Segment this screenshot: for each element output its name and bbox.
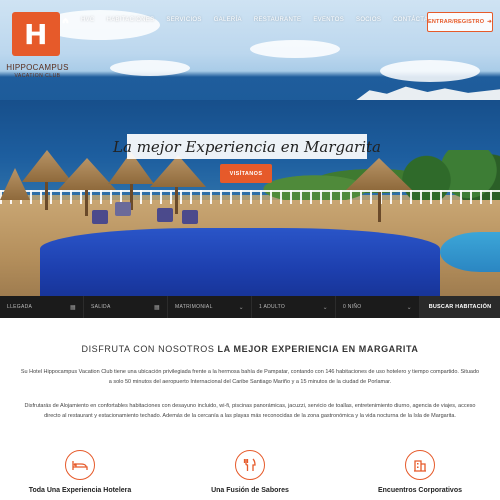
nav-item-galeria[interactable]: GALERÍA <box>214 17 242 27</box>
adults-select[interactable]: 1 ADULTO ⌄ <box>252 296 336 318</box>
building-icon <box>405 450 435 480</box>
checkin-label: LLEGADA <box>7 304 33 310</box>
calendar-icon: ▦ <box>154 304 160 311</box>
feature-title: Encuentros Corporativos <box>377 487 462 494</box>
brand-subtitle: VACATION CLUB <box>14 73 61 79</box>
nav-item-socios[interactable]: SOCIOS <box>356 17 381 27</box>
nav-item-eventos[interactable]: EVENTOS <box>313 17 344 27</box>
login-label: ENTRAR/REGISTRO <box>428 19 485 25</box>
nav-item-hvc[interactable]: HVC <box>81 17 95 27</box>
login-register-button[interactable]: ENTRAR/REGISTRO ➜ <box>427 12 493 32</box>
nav-item-restaurante[interactable]: RESTAURANTE <box>254 17 302 27</box>
intro-paragraph-2: Disfrutarás de Alojamiento en confortabl… <box>24 403 476 419</box>
bed-icon <box>65 450 95 480</box>
nav-item-habitaciones[interactable]: HABITACIONES <box>107 17 155 27</box>
feature-corporate[interactable]: Encuentros Corporativos <box>350 450 490 494</box>
intro-paragraph-1: Su Hotel Hippocampus Vacation Club tiene… <box>20 369 480 385</box>
utensils-icon <box>235 450 265 480</box>
intro-title-bold: LA MEJOR EXPERIENCIA EN MARGARITA <box>217 344 419 354</box>
home-icon <box>62 17 69 24</box>
feature-hotel[interactable]: Toda Una Experiencia Hotelera <box>10 450 150 494</box>
children-select[interactable]: 0 NIÑO ⌄ <box>336 296 420 318</box>
visit-button[interactable]: VISÍTANOS <box>220 164 272 183</box>
room-type-select[interactable]: MATRIMONIAL ⌄ <box>168 296 252 318</box>
checkout-label: SALIDA <box>91 304 111 310</box>
chevron-down-icon: ⌄ <box>322 304 328 311</box>
feature-title: Una Fusión de Sabores <box>211 487 289 494</box>
children-value: 0 NIÑO <box>343 304 362 310</box>
sign-in-icon: ➜ <box>487 19 492 25</box>
nav-home[interactable] <box>62 17 69 27</box>
room-type-value: MATRIMONIAL <box>175 304 213 310</box>
checkin-field[interactable]: LLEGADA ▦ <box>0 296 84 318</box>
feature-title: Toda Una Experiencia Hotelera <box>28 487 132 494</box>
checkout-field[interactable]: SALIDA ▦ <box>84 296 168 318</box>
hero-headline-box: La mejor Experiencia en Margarita <box>113 134 381 159</box>
search-room-button[interactable]: BUSCAR HABITACIÓN <box>420 296 500 318</box>
main-nav: HVC HABITACIONES SERVICIOS GALERÍA RESTA… <box>62 17 483 27</box>
booking-bar: LLEGADA ▦ SALIDA ▦ MATRIMONIAL ⌄ 1 ADULT… <box>0 296 500 318</box>
calendar-icon: ▦ <box>70 304 76 311</box>
chevron-down-icon: ⌄ <box>406 304 412 311</box>
feature-food[interactable]: Una Fusión de Sabores <box>180 450 320 494</box>
brand-logo[interactable]: H HIPPOCAMPUS VACATION CLUB <box>5 8 70 79</box>
intro-title-prefix: DISFRUTA CON NOSOTROS <box>81 344 218 354</box>
pool-image <box>40 228 440 296</box>
brand-name: HIPPOCAMPUS <box>6 63 69 72</box>
adults-value: 1 ADULTO <box>259 304 286 310</box>
nav-item-servicios[interactable]: SERVICIOS <box>166 17 201 27</box>
hero-headline: La mejor Experiencia en Margarita <box>113 137 381 156</box>
intro-title: DISFRUTA CON NOSOTROS LA MEJOR EXPERIENC… <box>0 344 500 354</box>
seahorse-h-logo-icon: H <box>12 12 60 56</box>
chevron-down-icon: ⌄ <box>238 304 244 311</box>
